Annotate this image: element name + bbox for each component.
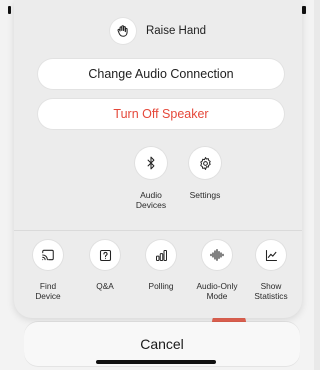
hand-icon bbox=[109, 18, 136, 44]
home-indicator bbox=[96, 360, 216, 364]
settings-label: Settings bbox=[189, 190, 221, 200]
audio-devices-label: Audio Devices bbox=[135, 190, 167, 210]
settings-button[interactable]: Settings bbox=[180, 147, 230, 200]
raise-hand-label: Raise Hand bbox=[145, 25, 207, 37]
statistics-icon bbox=[256, 240, 286, 270]
polling-label: Polling bbox=[148, 281, 174, 291]
background-status-mark bbox=[302, 6, 306, 14]
audio-devices-button[interactable]: Audio Devices bbox=[126, 147, 176, 210]
audio-settings-row: Audio Devices Settings bbox=[126, 147, 236, 217]
cast-icon bbox=[33, 240, 63, 270]
poll-icon bbox=[146, 240, 176, 270]
show-statistics-button[interactable]: Show Statistics bbox=[243, 240, 299, 301]
bluetooth-icon bbox=[135, 147, 167, 179]
feature-row: Find Device Q&A Polling Audio-Only Mode … bbox=[14, 240, 302, 310]
question-icon bbox=[90, 240, 120, 270]
polling-button[interactable]: Polling bbox=[133, 240, 189, 291]
section-divider bbox=[14, 230, 302, 231]
raise-hand-button[interactable]: Raise Hand bbox=[14, 16, 302, 46]
show-statistics-label: Show Statistics bbox=[254, 281, 288, 301]
audio-only-mode-label: Audio-Only Mode bbox=[196, 281, 238, 301]
background-status-mark bbox=[8, 6, 11, 14]
audio-wave-icon bbox=[202, 240, 232, 270]
qa-label: Q&A bbox=[96, 281, 114, 291]
gear-icon bbox=[189, 147, 221, 179]
audio-only-mode-button[interactable]: Audio-Only Mode bbox=[189, 240, 245, 301]
turn-off-speaker-button[interactable]: Turn Off Speaker bbox=[38, 99, 284, 129]
find-device-button[interactable]: Find Device bbox=[20, 240, 76, 301]
find-device-label: Find Device bbox=[35, 281, 61, 301]
change-audio-connection-button[interactable]: Change Audio Connection bbox=[38, 59, 284, 89]
qa-button[interactable]: Q&A bbox=[77, 240, 133, 291]
